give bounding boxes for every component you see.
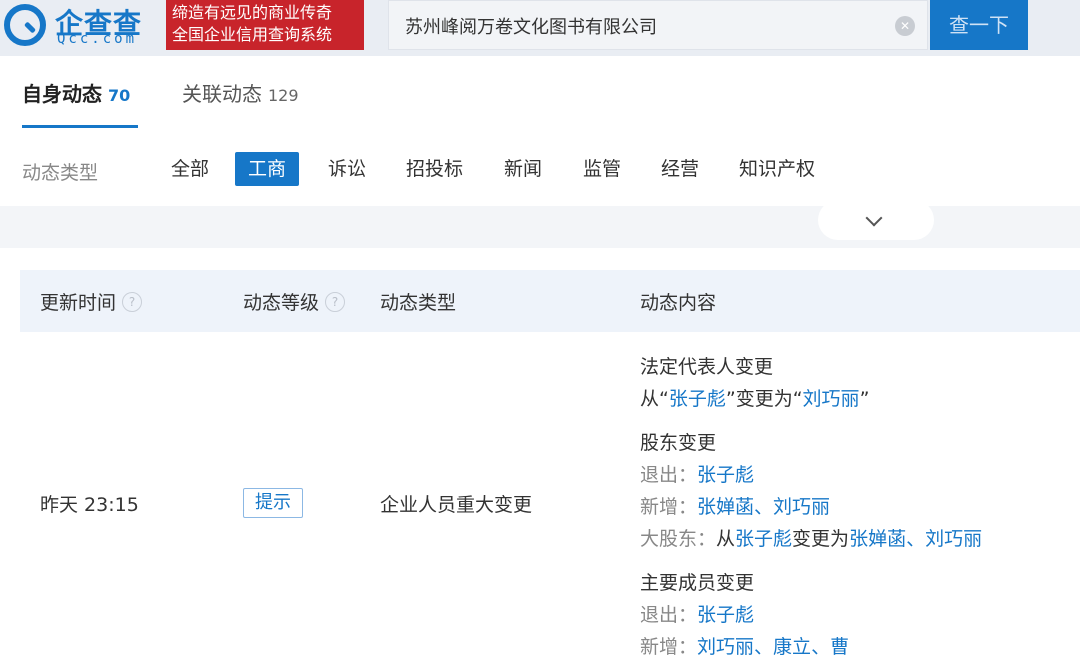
level-badge: 提示 — [243, 488, 303, 518]
filter-all[interactable]: 全部 — [158, 152, 222, 186]
filter-regulation[interactable]: 监管 — [570, 152, 634, 186]
person-link[interactable]: 张子彪 — [669, 388, 726, 410]
text: 从 — [716, 528, 736, 550]
person-link[interactable]: 刘巧丽 — [925, 528, 982, 550]
shareholder-add: 新增：张婵菡、刘巧丽 — [640, 492, 830, 519]
members-title: 主要成员变更 — [640, 572, 755, 594]
tab-self-count: 70 — [108, 86, 131, 105]
text: 变更为 — [792, 528, 850, 550]
search-value: 苏州峰阅万卷文化图书有限公司 — [405, 17, 657, 38]
person-link[interactable]: 张婵菡 — [849, 528, 906, 550]
text: ”变更为“ — [725, 388, 803, 410]
members-add: 新增：刘巧丽、康立、曹 — [640, 632, 849, 659]
person-link[interactable]: 康立 — [773, 636, 811, 658]
row-dynamics-type: 企业人员重大变更 — [380, 494, 533, 516]
slogan-line-1: 缔造有远见的商业传奇 — [172, 3, 333, 22]
tab-related-label: 关联动态 — [182, 82, 262, 106]
person-link[interactable]: 张子彪 — [697, 464, 754, 486]
header-type-label: 动态类型 — [380, 292, 457, 314]
person-link[interactable]: 曹 — [830, 636, 849, 658]
separator: 、 — [754, 496, 774, 518]
dynamics-type-filter: 动态类型 全部 工商 诉讼 招投标 新闻 监管 经营 知识产权 — [0, 148, 1080, 192]
header-update-time-label: 更新时间 — [40, 292, 117, 314]
info-icon[interactable]: ? — [122, 291, 143, 312]
legal-rep-change: 从“张子彪”变更为“刘巧丽” — [640, 384, 869, 411]
text: 从“ — [640, 388, 669, 410]
tab-related-dynamics[interactable]: 关联动态 129 — [182, 78, 299, 128]
table-header: 更新时间 ? 动态等级 ? 动态类型 动态内容 — [20, 270, 1080, 332]
qcc-logo-icon — [4, 4, 46, 46]
major-shareholder-change: 大股东：从张子彪变更为张婵菡、刘巧丽 — [640, 524, 982, 551]
filter-business[interactable]: 工商 — [235, 152, 300, 186]
clear-icon[interactable]: ✕ — [895, 16, 915, 36]
logo[interactable]: 企查查 Qcc.com — [0, 0, 162, 50]
person-link[interactable]: 刘巧丽 — [803, 388, 860, 410]
tab-related-count: 129 — [268, 86, 299, 105]
filter-label: 动态类型 — [22, 162, 99, 184]
dynamics-tabs: 自身动态 70 关联动态 129 — [0, 64, 1080, 130]
active-tab-indicator — [22, 125, 138, 128]
info-icon[interactable]: ? — [325, 291, 346, 312]
top-bar: 企查查 Qcc.com 缔造有远见的商业传奇 全国企业信用查询系统 苏州峰阅万卷… — [0, 0, 1080, 56]
shareholder-title: 股东变更 — [640, 432, 717, 454]
separator: 、 — [906, 528, 926, 550]
add-label: 新增： — [640, 636, 698, 658]
separator: 、 — [811, 636, 831, 658]
person-link[interactable]: 张子彪 — [697, 604, 754, 626]
tab-self-dynamics[interactable]: 自身动态 70 — [22, 78, 130, 128]
shareholder-exit: 退出：张子彪 — [640, 460, 754, 487]
person-link[interactable]: 刘巧丽 — [697, 636, 754, 658]
exit-label: 退出： — [640, 604, 698, 626]
header-level: 动态等级 ? — [243, 288, 346, 315]
members-exit: 退出：张子彪 — [640, 600, 754, 627]
separator: 、 — [754, 636, 774, 658]
search-button[interactable]: 查一下 — [930, 0, 1028, 50]
major-label: 大股东： — [640, 528, 717, 550]
exit-label: 退出： — [640, 464, 698, 486]
row-update-time: 昨天 23:15 — [40, 494, 139, 516]
filter-operation[interactable]: 经营 — [648, 152, 712, 186]
header-content-label: 动态内容 — [640, 292, 717, 314]
person-link[interactable]: 刘巧丽 — [773, 496, 830, 518]
search-input[interactable]: 苏州峰阅万卷文化图书有限公司 ✕ — [388, 0, 928, 50]
person-link[interactable]: 张婵菡 — [697, 496, 754, 518]
filter-news[interactable]: 新闻 — [491, 152, 555, 186]
add-label: 新增： — [640, 496, 698, 518]
filter-bidding[interactable]: 招投标 — [393, 152, 476, 186]
filter-litigation[interactable]: 诉讼 — [315, 152, 379, 186]
filter-ip[interactable]: 知识产权 — [726, 152, 828, 186]
header-type: 动态类型 — [380, 288, 456, 315]
overflow-fade — [860, 618, 1080, 672]
logo-domain: Qcc.com — [57, 31, 138, 47]
slogan-line-2: 全国企业信用查询系统 — [172, 25, 333, 44]
header-level-label: 动态等级 — [243, 292, 320, 314]
text: ” — [859, 388, 870, 410]
legal-rep-title: 法定代表人变更 — [640, 356, 774, 378]
tab-self-label: 自身动态 — [22, 82, 102, 106]
slogan-banner: 缔造有远见的商业传奇 全国企业信用查询系统 — [166, 0, 364, 50]
header-content: 动态内容 — [640, 288, 716, 315]
header-update-time: 更新时间 ? — [40, 288, 143, 315]
person-link[interactable]: 张子彪 — [735, 528, 792, 550]
